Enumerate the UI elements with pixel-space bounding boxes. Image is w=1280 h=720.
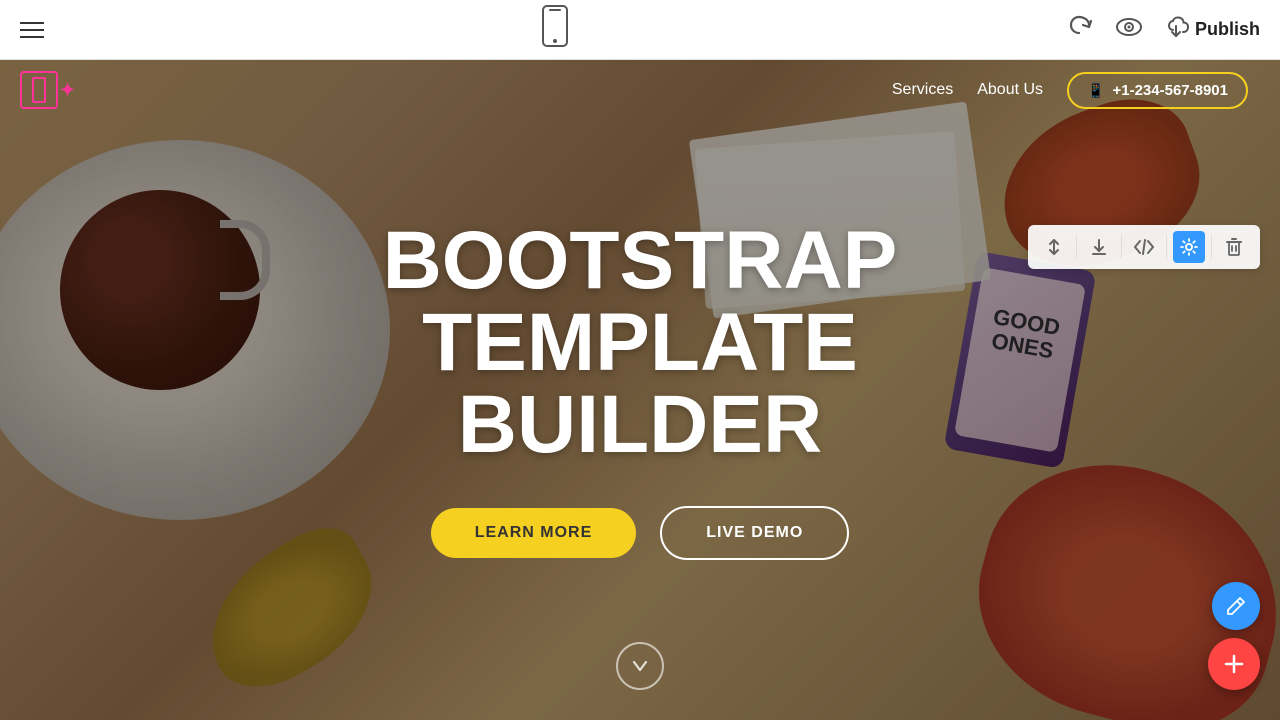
hero-content: BOOTSTRAP TEMPLATE BUILDER LEARN MORE LI… — [240, 220, 1040, 560]
site-navbar: ✦ Services About Us 📱 +1-234-567-8901 — [0, 60, 1268, 120]
cloud-upload-icon — [1163, 16, 1189, 43]
nav-services[interactable]: Services — [892, 81, 953, 99]
live-demo-button[interactable]: LIVE DEMO — [660, 506, 849, 560]
hero-title: BOOTSTRAP TEMPLATE BUILDER — [240, 220, 1040, 466]
nav-phone-icon: 📱 — [1087, 82, 1104, 99]
hero-section: GOODONES ✦ Services About Us — [0, 60, 1280, 720]
add-fab-button[interactable] — [1208, 638, 1260, 690]
section-settings-button[interactable] — [1173, 231, 1205, 263]
logo-box — [20, 71, 58, 109]
site-logo[interactable]: ✦ — [20, 71, 75, 109]
hero-buttons: LEARN MORE LIVE DEMO — [240, 506, 1040, 560]
toolbar-separator-3 — [1166, 235, 1167, 259]
learn-more-button[interactable]: LEARN MORE — [431, 508, 637, 558]
toolbar-separator-4 — [1211, 235, 1212, 259]
canvas: GOODONES ✦ Services About Us — [0, 60, 1280, 720]
hamburger-button[interactable] — [20, 22, 44, 38]
section-code-button[interactable] — [1128, 231, 1160, 263]
scroll-down-button[interactable] — [616, 642, 664, 690]
section-move-button[interactable] — [1038, 231, 1070, 263]
toolbar-center — [541, 4, 569, 55]
toolbar-right: Publish — [1067, 13, 1260, 47]
nav-links: Services About Us 📱 +1-234-567-8901 — [892, 72, 1248, 109]
section-toolbar — [1028, 225, 1260, 269]
section-delete-button[interactable] — [1218, 231, 1250, 263]
top-toolbar: Publish — [0, 0, 1280, 60]
mobile-preview-icon[interactable] — [541, 4, 569, 55]
publish-label: Publish — [1195, 19, 1260, 40]
edit-fab-button[interactable] — [1212, 582, 1260, 630]
nav-about[interactable]: About Us — [977, 81, 1043, 99]
logo-inner-rect — [32, 77, 46, 103]
section-download-button[interactable] — [1083, 231, 1115, 263]
toolbar-separator-2 — [1121, 235, 1122, 259]
undo-button[interactable] — [1067, 13, 1095, 47]
nav-phone-cta[interactable]: 📱 +1-234-567-8901 — [1067, 72, 1248, 109]
nav-phone-number: +1-234-567-8901 — [1112, 82, 1228, 99]
publish-button[interactable]: Publish — [1163, 16, 1260, 43]
preview-button[interactable] — [1115, 17, 1143, 43]
toolbar-separator-1 — [1076, 235, 1077, 259]
logo-sun-symbol: ✦ — [60, 80, 75, 101]
toolbar-left — [20, 22, 44, 38]
